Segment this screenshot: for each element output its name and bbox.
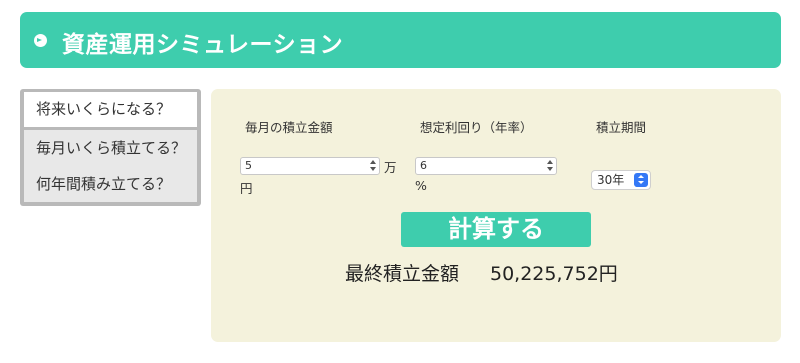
unit-yen: 円	[240, 181, 253, 196]
unit-man: 万	[384, 160, 397, 175]
app-header: 資産運用シミュレーション	[20, 12, 781, 68]
period-select[interactable]: 30年	[591, 170, 651, 190]
page-title: 資産運用シミュレーション	[62, 32, 344, 58]
tab-monthly-amount[interactable]: 毎月いくら積立てる？	[24, 130, 197, 167]
spinner-icon[interactable]	[546, 160, 554, 172]
simulation-panel: 毎月の積立金額 想定利回り（年率） 積立期間 5 万 円 6 % 30年 計算す…	[211, 89, 781, 342]
chevron-circle-right-icon	[34, 34, 47, 47]
tab-future-value[interactable]: 将来いくらになる？	[24, 92, 197, 127]
rate-label: 想定利回り（年率）	[420, 120, 533, 135]
result-label: 最終積立金額	[345, 263, 460, 285]
mode-tabs: 将来いくらになる？ 毎月いくら積立てる？ 何年間積み立てる？	[20, 89, 201, 206]
select-arrows-icon	[634, 173, 648, 187]
rate-input[interactable]: 6	[415, 157, 557, 175]
unit-percent: %	[415, 178, 427, 193]
period-label: 積立期間	[596, 120, 647, 135]
result-value: 50,225,752円	[490, 263, 618, 285]
monthly-amount-label: 毎月の積立金額	[245, 120, 333, 135]
monthly-amount-input[interactable]: 5	[240, 157, 380, 175]
tab-years[interactable]: 何年間積み立てる？	[24, 167, 197, 202]
spinner-icon[interactable]	[369, 160, 377, 172]
calculate-button[interactable]: 計算する	[401, 212, 591, 247]
